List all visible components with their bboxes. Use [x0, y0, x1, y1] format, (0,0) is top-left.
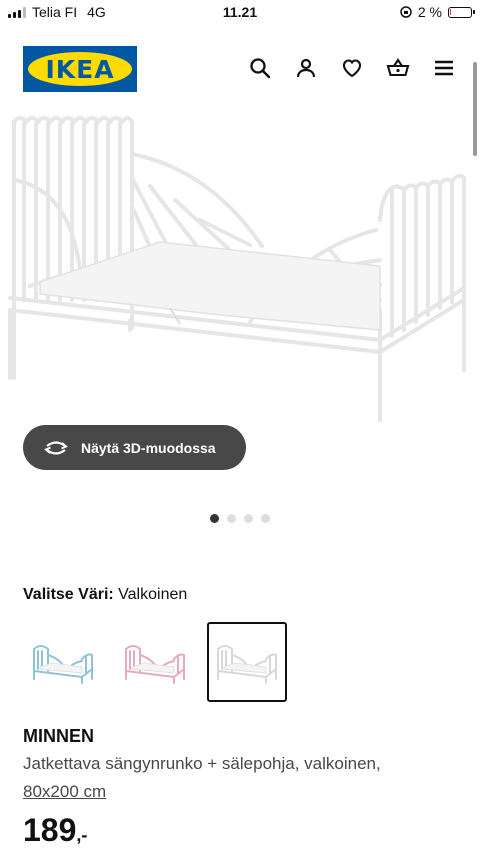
- product-size-link[interactable]: 80x200 cm: [23, 782, 106, 802]
- status-bar: Telia FI 4G 11.21 2 %: [0, 0, 480, 24]
- price-value: 189: [23, 812, 77, 848]
- battery-icon: [448, 6, 475, 18]
- color-swatch-pink[interactable]: [115, 622, 195, 702]
- battery-percent: 2 %: [417, 4, 442, 20]
- user-icon[interactable]: [294, 56, 318, 80]
- search-icon[interactable]: [248, 56, 272, 80]
- color-swatch-white[interactable]: [207, 622, 287, 702]
- rotate-3d-icon: [44, 440, 68, 455]
- price-suffix: ,-: [76, 825, 88, 845]
- ikea-logo[interactable]: IKEA: [23, 46, 137, 92]
- color-label: Valitse Väri: Valkoinen: [23, 586, 187, 604]
- carousel-dot[interactable]: [261, 514, 270, 523]
- color-swatch-light-blue[interactable]: [23, 622, 103, 702]
- color-value: Valkoinen: [118, 586, 188, 603]
- bed-thumbnail-icon: [125, 645, 185, 684]
- product-description: Jatkettava sängynrunko + sälepohja, valk…: [23, 754, 381, 773]
- basket-icon[interactable]: [386, 56, 410, 80]
- product-image[interactable]: [0, 110, 480, 440]
- heart-icon[interactable]: [340, 56, 364, 80]
- color-swatches: [23, 622, 287, 702]
- header: IKEA: [0, 38, 480, 100]
- orientation-lock-icon: [400, 6, 412, 18]
- color-label-title: Valitse Väri:: [23, 586, 114, 603]
- carousel-dots: [0, 514, 480, 523]
- carousel-dot[interactable]: [244, 514, 253, 523]
- product-name: MINNEN: [23, 726, 94, 746]
- view-3d-button[interactable]: Näytä 3D-muodossa: [23, 425, 246, 470]
- menu-icon[interactable]: [432, 56, 456, 80]
- status-right: 2 %: [400, 4, 475, 20]
- carousel-dot[interactable]: [210, 514, 219, 523]
- view-3d-label: Näytä 3D-muodossa: [81, 439, 216, 456]
- logo-text: IKEA: [45, 54, 115, 84]
- bed-thumbnail-icon: [217, 645, 277, 684]
- bed-thumbnail-icon: [33, 645, 93, 684]
- product-price: 189,-: [23, 812, 87, 849]
- carousel-dot[interactable]: [227, 514, 236, 523]
